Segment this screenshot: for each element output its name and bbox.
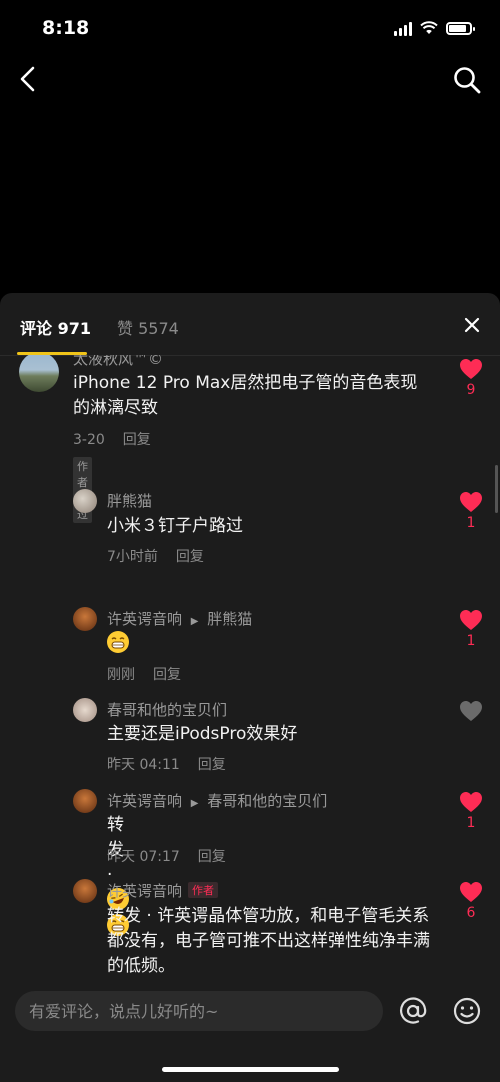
battery-icon: [446, 21, 475, 35]
heart-icon: [460, 492, 482, 512]
reply-arrow-icon: ▶: [190, 798, 199, 809]
like-count: 9: [466, 382, 476, 398]
heart-icon: [460, 610, 482, 630]
search-icon[interactable]: [451, 64, 483, 96]
comment-date: 7小时前: [107, 549, 158, 565]
like-button[interactable]: [459, 700, 483, 724]
back-arrow-icon[interactable]: [14, 64, 44, 94]
like-count: 1: [466, 815, 476, 831]
comment-meta: 昨天 04:11 回复: [107, 754, 226, 774]
emoji-icon[interactable]: [452, 996, 482, 1026]
status-time: 8:18: [42, 17, 90, 39]
comment-text: 小米３钉子户路过: [107, 516, 243, 536]
avatar[interactable]: [73, 607, 97, 631]
comment-date: 3-20: [73, 432, 105, 448]
avatar[interactable]: [73, 698, 97, 722]
comment-author[interactable]: 许英谔音响: [107, 882, 182, 900]
heart-icon: [460, 359, 482, 379]
battery-fill: [449, 24, 466, 32]
comment-meta: 3-20 回复: [73, 429, 151, 449]
comment-list[interactable]: 太液秋风™© iPhone 12 Pro Max居然把电子管的音色表现的淋漓尽致…: [0, 355, 500, 983]
comment-meta: 7小时前 回复: [107, 546, 204, 566]
close-icon[interactable]: [462, 315, 482, 335]
like-count: 6: [466, 905, 476, 921]
comment-input[interactable]: [15, 991, 383, 1031]
like-button[interactable]: 9: [459, 358, 483, 398]
comment-username: 许英谔音响 ▶ 春哥和他的宝贝们: [107, 790, 327, 811]
comment-date: 昨天 07:17: [107, 849, 180, 865]
grin-emoji-icon: [107, 631, 129, 653]
avatar[interactable]: [19, 355, 59, 392]
status-bar: 8:18: [0, 0, 500, 56]
reply-button[interactable]: 回复: [198, 849, 226, 865]
like-button[interactable]: 1: [459, 791, 483, 831]
comment-username: 许英谔音响 作者: [107, 880, 219, 901]
signal-icon: [394, 20, 412, 36]
comment-text: 主要还是iPodsPro效果好: [107, 724, 298, 744]
like-button[interactable]: 1: [459, 609, 483, 649]
comment-username[interactable]: 太液秋风™©: [73, 355, 163, 369]
reply-arrow-icon: ▶: [190, 616, 199, 627]
reply-button[interactable]: 回复: [153, 667, 181, 683]
like-count: 1: [466, 633, 476, 649]
reply-button[interactable]: 回复: [198, 757, 226, 773]
reply-target[interactable]: 胖熊猫: [207, 610, 252, 628]
avatar[interactable]: [73, 789, 97, 813]
comment-meta: 昨天 07:17 回复: [107, 846, 226, 866]
wifi-icon: [420, 21, 438, 34]
at-icon[interactable]: [398, 996, 428, 1026]
comment-meta: 刚刚 回复: [107, 664, 181, 684]
comment-sheet: 评论 971 赞 5574 太液秋风™© iPhone 12 Pro Max居然…: [0, 293, 500, 1082]
scrollbar[interactable]: [495, 465, 498, 513]
comment-input-bar: [0, 983, 500, 1082]
avatar[interactable]: [73, 489, 97, 513]
reply-author[interactable]: 许英谔音响: [107, 610, 182, 628]
home-indicator: [162, 1067, 339, 1072]
comment-date: 刚刚: [107, 667, 135, 683]
heart-icon: [460, 701, 482, 721]
status-icons: [394, 20, 475, 36]
reply-target[interactable]: 春哥和他的宝贝们: [207, 792, 327, 810]
tab-likes[interactable]: 赞 5574: [117, 315, 179, 339]
tab-comments[interactable]: 评论 971: [20, 315, 91, 339]
avatar[interactable]: [73, 879, 97, 903]
heart-icon: [460, 882, 482, 902]
comment-tabs: 评论 971 赞 5574: [0, 293, 500, 356]
like-button[interactable]: 6: [459, 881, 483, 921]
comment-username[interactable]: 胖熊猫: [107, 490, 152, 511]
comment-username[interactable]: 春哥和他的宝贝们: [107, 699, 227, 720]
comment-username: 许英谔音响 ▶ 胖熊猫: [107, 608, 252, 629]
like-button[interactable]: 1: [459, 491, 483, 531]
comment-text: iPhone 12 Pro Max居然把电子管的音色表现的淋漓尽致: [73, 373, 418, 418]
reply-button[interactable]: 回复: [176, 549, 204, 565]
comment-date: 昨天 04:11: [107, 757, 180, 773]
heart-icon: [460, 792, 482, 812]
like-count: 1: [466, 515, 476, 531]
reply-button[interactable]: 回复: [123, 432, 151, 448]
reply-author[interactable]: 许英谔音响: [107, 792, 182, 810]
author-badge: 作者: [188, 882, 219, 898]
comment-text: [107, 631, 129, 657]
comment-text: 转发 · 许英谔晶体管功放，和电子管毛关系都没有，电子管可推不出这样弹性纯净丰满…: [107, 906, 430, 976]
